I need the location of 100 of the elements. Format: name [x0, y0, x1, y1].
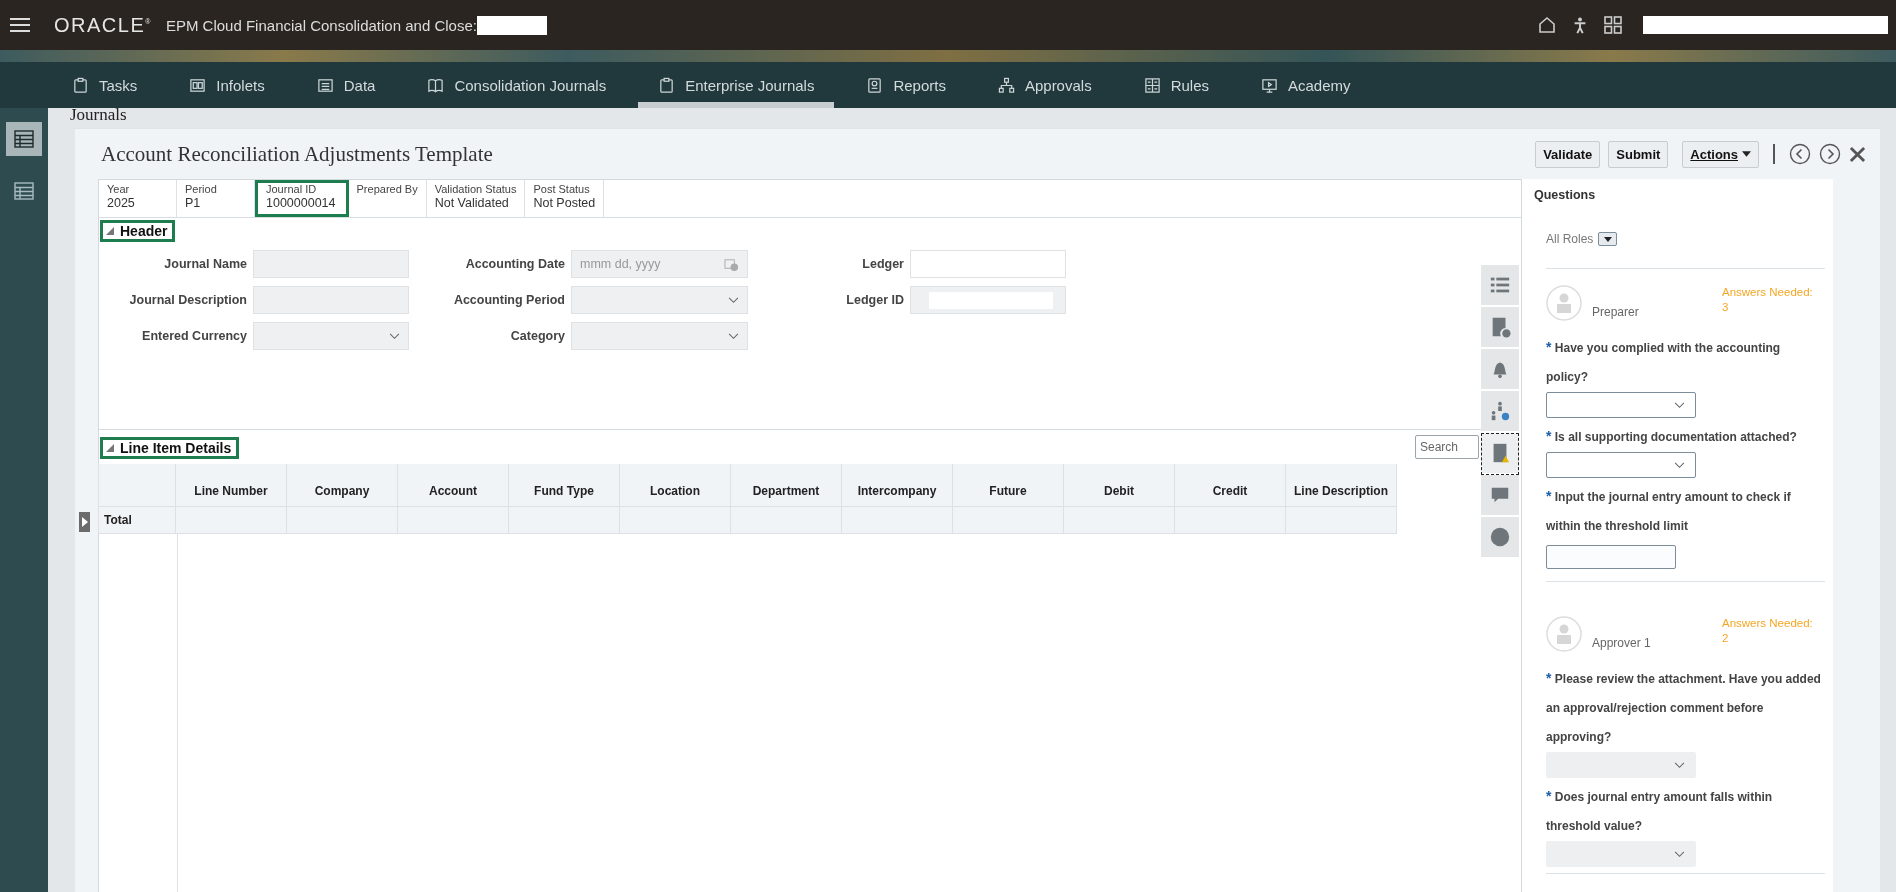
info-value: Not Validated — [434, 196, 510, 210]
report-icon — [866, 76, 884, 94]
nav-tab[interactable]: Consolidation Journals — [407, 62, 627, 108]
input-field[interactable] — [253, 286, 409, 314]
list-icon — [14, 182, 34, 200]
column-header: Debit — [1064, 464, 1175, 507]
column-header: Intercompany — [842, 464, 953, 507]
info-label: Prepared By — [356, 183, 418, 195]
section-title: Header — [120, 223, 168, 239]
select-field[interactable] — [253, 322, 409, 350]
answer-select[interactable] — [1546, 452, 1696, 478]
field-label: Ledger — [861, 257, 904, 271]
collapse-icon — [106, 227, 114, 235]
column-header: Line Description — [1286, 464, 1397, 507]
caret-icon — [1742, 151, 1751, 157]
caret-icon — [81, 517, 88, 527]
actions-menu-button[interactable]: Actions — [1682, 140, 1759, 168]
column-header: Department — [731, 464, 842, 507]
nav-tab[interactable]: Rules — [1123, 62, 1229, 108]
info-label: Journal ID — [266, 183, 318, 195]
chevron-down-icon — [1674, 850, 1685, 858]
app-title: EPM Cloud Financial Consolidation and Close: — [165, 16, 477, 34]
question-text: * Does journal entry amount falls within threshold value? — [1546, 787, 1774, 835]
nav-tab[interactable]: Approvals — [977, 62, 1112, 108]
menu-icon[interactable] — [10, 17, 30, 33]
rail-button[interactable] — [6, 122, 42, 156]
column-header: Fund Type — [509, 464, 620, 507]
role-name: Preparer — [1592, 305, 1640, 319]
column-header: Future — [953, 464, 1064, 507]
dropdown-button[interactable] — [1598, 232, 1618, 246]
info-value: P1 — [185, 196, 202, 210]
next-icon[interactable] — [1819, 143, 1841, 165]
input-field[interactable] — [910, 250, 1066, 278]
hierarchy-icon — [997, 76, 1015, 94]
breadcrumb[interactable]: Journals — [48, 108, 1896, 128]
nav-tab[interactable]: Tasks — [52, 62, 158, 108]
question-text: * Please review the attachment. Have you added an approval/rejection comment before approving? — [1546, 669, 1822, 746]
info-label: Period — [185, 183, 218, 195]
info-value: 2025 — [107, 196, 136, 210]
avatar-icon — [1546, 285, 1582, 321]
chevron-down-icon — [728, 296, 739, 304]
list-icon — [316, 76, 334, 94]
chevron-down-icon — [1674, 401, 1685, 409]
input-field[interactable] — [910, 286, 1066, 314]
total-label: Total — [98, 507, 176, 534]
side-tool-button[interactable] — [1481, 433, 1519, 475]
action-button[interactable]: Submit — [1608, 140, 1669, 168]
field-label: Journal Name — [163, 257, 247, 271]
journal-title: Account Reconciliation Adjustments Template — [101, 141, 493, 167]
close-icon[interactable] — [1849, 145, 1866, 163]
section-header[interactable]: Header — [100, 220, 176, 242]
role-name: Approver 1 — [1592, 636, 1652, 650]
caret-icon — [1603, 236, 1612, 242]
answers-needed: Answers Needed: 3 — [1722, 285, 1813, 315]
column-header: Account — [398, 464, 509, 507]
question-text: * Have you complied with the accounting policy? — [1546, 338, 1782, 386]
input-field[interactable] — [253, 250, 409, 278]
chevron-down-icon — [389, 332, 400, 340]
nav-tab[interactable]: Academy — [1241, 62, 1371, 108]
column-header: Company — [287, 464, 398, 507]
answers-needed: Answers Needed: 2 — [1722, 616, 1813, 646]
redacted-block — [476, 15, 547, 35]
field-label: Accounting Date — [464, 257, 565, 271]
placeholder-text: mmm dd, yyyy — [580, 257, 661, 271]
tiles-icon — [189, 76, 207, 94]
home-icon[interactable] — [1537, 15, 1557, 35]
field-label: Ledger ID — [845, 293, 904, 307]
calendar-icon — [724, 256, 739, 272]
column-header: Line Number — [176, 464, 287, 507]
field-label: Accounting Period — [452, 293, 565, 307]
chevron-down-icon — [1674, 461, 1685, 469]
previous-icon[interactable] — [1789, 143, 1811, 165]
question-text: * Is all supporting documentation attached? — [1546, 427, 1798, 446]
answer-select[interactable] — [1546, 392, 1696, 418]
field-label: Category — [509, 329, 565, 343]
search-field[interactable]: Search — [1415, 435, 1479, 459]
field-label: Entered Currency — [141, 329, 247, 343]
info-label: Post Status — [533, 183, 591, 195]
nav-tab[interactable]: Data — [296, 62, 396, 108]
action-button[interactable]: Validate — [1535, 140, 1601, 168]
nav-tab[interactable]: Reports — [846, 62, 966, 108]
column-header: Credit — [1175, 464, 1286, 507]
select-field[interactable] — [571, 322, 748, 350]
monitor-icon — [1261, 76, 1278, 94]
collapse-icon — [106, 444, 114, 452]
answer-field[interactable] — [1546, 545, 1676, 569]
column-header: Location — [620, 464, 731, 507]
info-label: Year — [107, 183, 131, 195]
grid-icon[interactable] — [1603, 15, 1623, 35]
chevron-down-icon — [1674, 761, 1685, 769]
select-field[interactable] — [571, 286, 748, 314]
clipboard-icon — [72, 76, 89, 94]
section-title: Line Item Details — [120, 440, 232, 456]
expand-handle[interactable] — [79, 512, 90, 532]
table-icon — [14, 130, 34, 148]
grid-icon — [1143, 76, 1161, 94]
section-header[interactable]: Line Item Details — [100, 437, 240, 459]
oracle-logo: ORACLE$^{®}$ — [54, 13, 152, 37]
questions-title: Questions — [1534, 188, 1597, 202]
nav-tab[interactable]: Infolets — [169, 62, 285, 108]
